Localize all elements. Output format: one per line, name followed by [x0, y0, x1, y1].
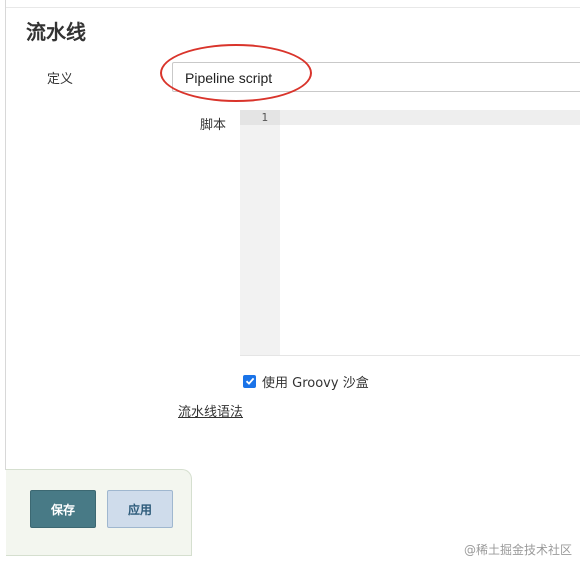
- section-title: 流水线: [26, 20, 86, 44]
- definition-label: 定义: [47, 72, 74, 87]
- content-left-border: [5, 0, 6, 470]
- watermark: @稀土掘金技术社区: [463, 543, 572, 557]
- save-button[interactable]: 保存: [30, 490, 96, 528]
- definition-selected-value: Pipeline script: [185, 70, 273, 86]
- editor-active-line[interactable]: [280, 110, 580, 125]
- top-divider: [6, 7, 580, 8]
- pipeline-syntax-link[interactable]: 流水线语法: [178, 401, 243, 420]
- check-icon: [245, 377, 254, 385]
- editor-gutter: [240, 110, 280, 355]
- sandbox-checkbox[interactable]: [243, 374, 256, 388]
- script-editor[interactable]: 1: [240, 110, 580, 356]
- sandbox-option[interactable]: 使用 Groovy 沙盒: [243, 371, 369, 391]
- line-number: 1: [261, 111, 268, 124]
- script-label: 脚本: [200, 118, 227, 133]
- sandbox-label: 使用 Groovy 沙盒: [262, 375, 369, 391]
- apply-button[interactable]: 应用: [107, 490, 173, 528]
- definition-select[interactable]: Pipeline script: [172, 62, 580, 92]
